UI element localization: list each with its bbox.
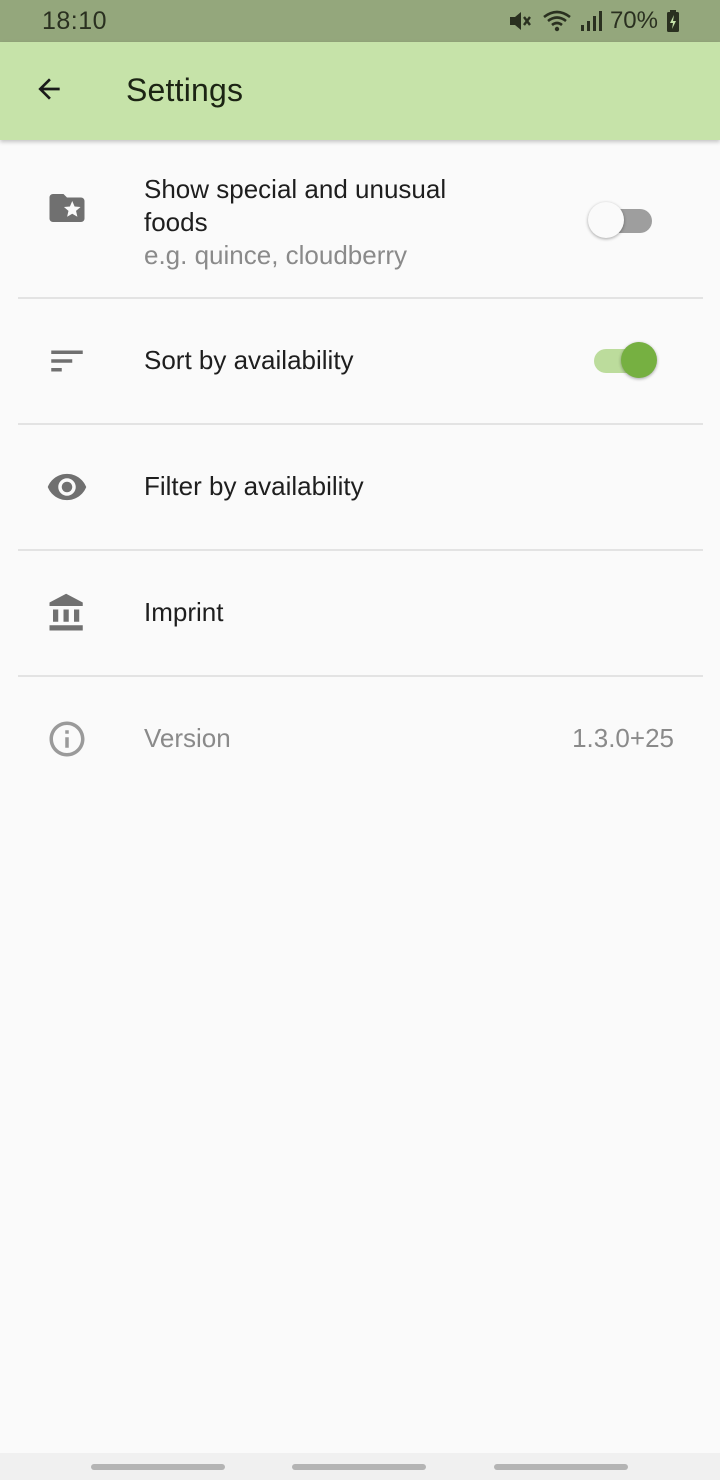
setting-sort-text: Sort by availability bbox=[144, 344, 354, 377]
nav-back-handle[interactable] bbox=[494, 1464, 628, 1470]
setting-special-foods[interactable]: Show special and unusual foods e.g. quin… bbox=[0, 140, 720, 298]
battery-percent: 70% bbox=[609, 7, 658, 34]
version-value: 1.3.0+25 bbox=[572, 723, 674, 753]
setting-imprint-text: Imprint bbox=[144, 596, 223, 629]
signal-icon bbox=[580, 9, 602, 33]
setting-special-foods-subtitle: e.g. quince, cloudberry bbox=[144, 240, 408, 270]
setting-filter-title: Filter by availability bbox=[144, 471, 364, 501]
page-title: Settings bbox=[126, 72, 244, 108]
setting-special-foods-title: Show special and unusual foods bbox=[144, 174, 447, 237]
back-button[interactable] bbox=[21, 63, 77, 119]
setting-version-text: Version bbox=[144, 722, 231, 755]
bank-icon bbox=[46, 592, 88, 634]
mute-icon bbox=[508, 9, 534, 33]
wifi-icon bbox=[542, 9, 572, 33]
setting-sort[interactable]: Sort by availability bbox=[0, 299, 720, 423]
status-time: 18:10 bbox=[42, 6, 108, 35]
app-bar: Settings bbox=[0, 42, 720, 140]
status-icons: 70% bbox=[508, 7, 680, 35]
setting-version: Version 1.3.0+25 bbox=[0, 677, 720, 801]
setting-imprint-title: Imprint bbox=[144, 597, 224, 627]
eye-icon bbox=[46, 466, 88, 508]
battery-charging-icon bbox=[666, 9, 680, 33]
switch-thumb bbox=[588, 202, 624, 238]
status-bar: 18:10 70% bbox=[0, 0, 720, 42]
settings-list: Show special and unusual foods e.g. quin… bbox=[0, 140, 720, 757]
nav-recents-handle[interactable] bbox=[91, 1464, 225, 1470]
setting-imprint[interactable]: Imprint bbox=[0, 551, 720, 675]
sort-icon bbox=[46, 340, 88, 382]
setting-sort-title: Sort by availability bbox=[144, 345, 354, 375]
info-icon bbox=[46, 718, 88, 760]
arrow-back-icon bbox=[33, 73, 65, 110]
setting-version-title: Version bbox=[144, 723, 231, 753]
setting-special-foods-text: Show special and unusual foods e.g. quin… bbox=[144, 173, 504, 272]
special-foods-switch[interactable] bbox=[586, 200, 656, 242]
sort-switch[interactable] bbox=[590, 340, 660, 382]
nav-home-handle[interactable] bbox=[292, 1464, 426, 1470]
switch-thumb bbox=[621, 342, 657, 378]
navigation-bar bbox=[0, 1453, 720, 1480]
setting-filter-text: Filter by availability bbox=[144, 470, 364, 503]
setting-filter[interactable]: Filter by availability bbox=[0, 425, 720, 549]
folder-star-icon bbox=[46, 187, 88, 229]
